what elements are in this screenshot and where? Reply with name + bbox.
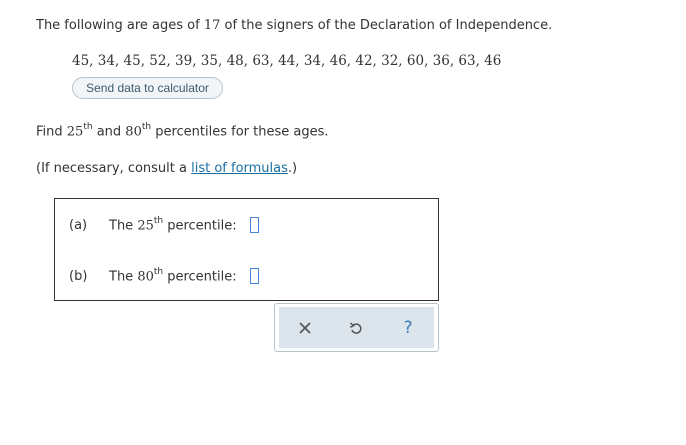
undo-icon[interactable]	[341, 313, 371, 343]
answer-b-num: 80	[137, 269, 154, 285]
answer-toolbar: ?	[274, 303, 439, 352]
question-p1-sup: th	[83, 122, 93, 132]
help-icon[interactable]: ?	[393, 313, 423, 343]
formula-note: (If necessary, consult a list of formula…	[36, 161, 297, 176]
intro-count: 17	[203, 18, 221, 33]
toolbar-panel: ?	[279, 307, 434, 348]
question-p2-num: 80	[125, 124, 142, 140]
intro-suffix: of the signers of the Declaration of Ind…	[220, 18, 553, 33]
answer-row-b: (b) The 80th percentile:	[69, 267, 259, 285]
intro-prefix: The following are ages of	[36, 18, 204, 33]
question-p1-num: 25	[66, 124, 84, 140]
question-p2-sup: th	[141, 122, 152, 132]
answer-label-b: The 80th percentile:	[109, 267, 237, 285]
answer-box: (a) The 25th percentile: (b) The 80th pe…	[54, 198, 439, 301]
answer-row-a: (a) The 25th percentile:	[69, 216, 259, 234]
data-values: 45, 34, 45, 52, 39, 35, 48, 63, 44, 34, …	[72, 53, 502, 69]
send-data-button[interactable]: Send data to calculator	[72, 77, 223, 99]
answer-a-prefix: The	[109, 218, 138, 234]
answer-label-a: The 25th percentile:	[109, 216, 237, 234]
question-prefix: Find	[36, 124, 67, 140]
question-suffix: percentiles for these ages.	[151, 124, 329, 140]
formulas-link[interactable]: list of formulas	[191, 161, 288, 176]
answer-a-suffix: percentile:	[163, 218, 237, 234]
question-mid: and	[92, 124, 126, 140]
part-label-b: (b)	[69, 268, 88, 284]
answer-a-num: 25	[137, 218, 154, 234]
intro-text: The following are ages of 17 of the sign…	[36, 18, 552, 33]
answer-input-a[interactable]	[249, 217, 259, 234]
part-label-a: (a)	[69, 217, 88, 233]
question-text: Find 25th and 80th percentiles for these…	[36, 122, 329, 140]
help-glyph: ?	[403, 317, 413, 338]
answer-b-sup: th	[153, 267, 164, 277]
answer-a-sup: th	[153, 216, 164, 226]
answer-input-b[interactable]	[249, 268, 259, 285]
note-suffix: .)	[287, 161, 298, 176]
close-icon[interactable]	[290, 313, 320, 343]
answer-b-prefix: The	[109, 269, 138, 285]
answer-b-suffix: percentile:	[163, 269, 237, 285]
note-prefix: (If necessary, consult a	[36, 161, 192, 176]
